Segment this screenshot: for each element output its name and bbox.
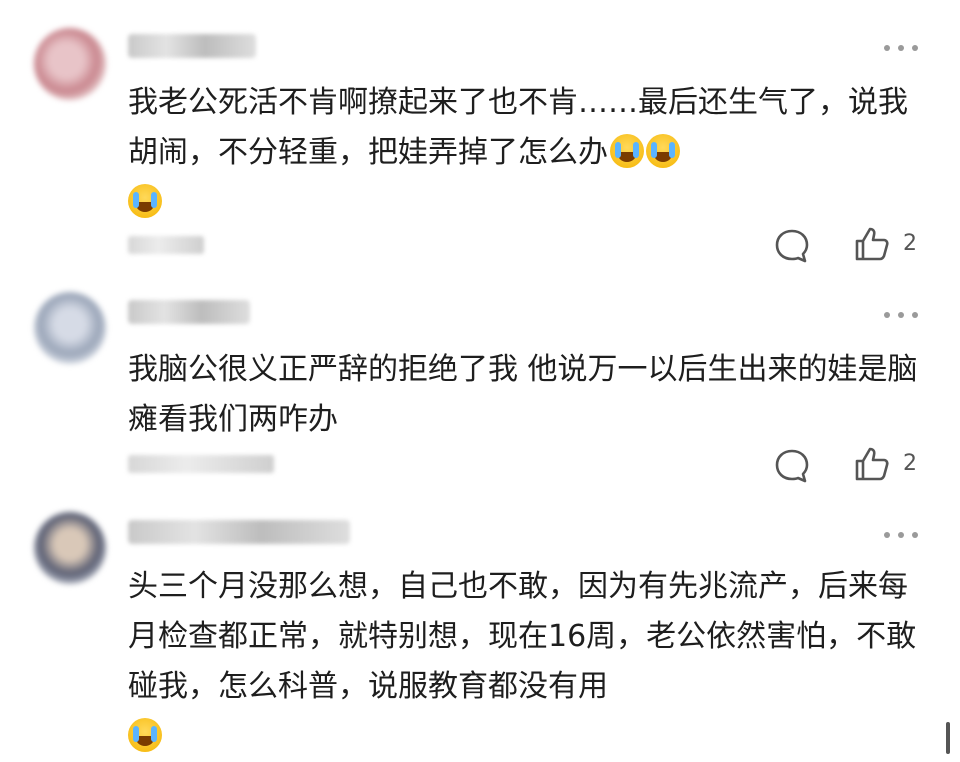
crying-emoji-icon: [128, 184, 162, 218]
crying-emoji-icon: [646, 134, 680, 168]
avatar[interactable]: [34, 292, 106, 364]
more-icon[interactable]: [884, 530, 918, 540]
username-redacted[interactable]: [128, 34, 256, 58]
comment-text: 头三个月没那么想，自己也不敢，因为有先兆流产，后来每月检查都正常，就特别想，现在…: [128, 562, 928, 762]
like-icon[interactable]: [854, 226, 890, 262]
avatar[interactable]: [34, 28, 106, 100]
username-redacted[interactable]: [128, 520, 350, 544]
comment-text: 我脑公很义正严辞的拒绝了我 他说万一以后生出来的娃是脑瘫看我们两咋办: [128, 352, 918, 437]
avatar[interactable]: [34, 512, 106, 584]
reply-icon[interactable]: [774, 228, 810, 264]
timestamp-redacted: [128, 236, 204, 254]
comment-text: 我老公死活不肯啊撩起来了也不肯……最后还生气了，说我胡闹，不分轻重，把娃弄掉了怎…: [128, 78, 928, 228]
timestamp-redacted: [128, 455, 274, 473]
crying-emoji-icon: [610, 134, 644, 168]
more-icon[interactable]: [884, 310, 918, 320]
like-count: 2: [903, 231, 917, 256]
scrollbar[interactable]: [946, 722, 950, 754]
reply-icon[interactable]: [774, 448, 810, 484]
like-count: 2: [903, 451, 917, 476]
more-icon[interactable]: [884, 43, 918, 53]
username-redacted[interactable]: [128, 300, 250, 324]
laughing-crying-emoji-icon: [128, 718, 162, 752]
like-icon[interactable]: [854, 446, 890, 482]
